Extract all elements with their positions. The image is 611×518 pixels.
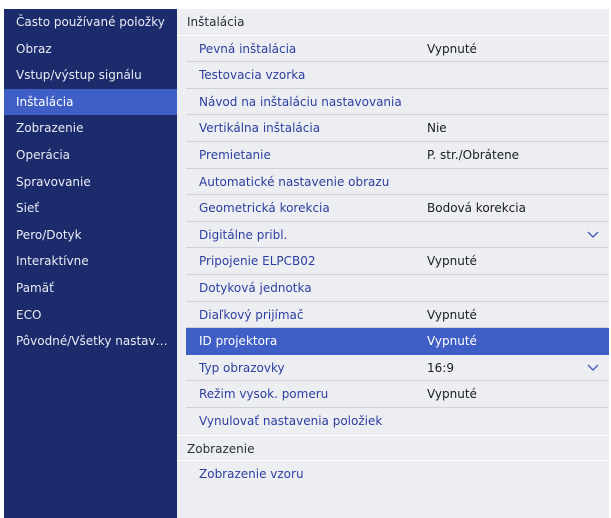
setting-label: Pripojenie ELPCB02 [199, 254, 316, 269]
setting-label: Vertikálna inštalácia [199, 121, 321, 136]
setting-row-pripojenie-elpcb02[interactable]: Pripojenie ELPCB02 Vypnuté [186, 248, 609, 275]
setting-row-vynulovat-nastavenia[interactable]: Vynulovať nastavenia položiek [186, 408, 609, 435]
setting-row-digitalne-pribl[interactable]: Digitálne pribl. [186, 222, 609, 249]
setting-label: Pevná inštalácia [199, 41, 297, 56]
sidebar-item-zobrazenie[interactable]: Zobrazenie [4, 115, 177, 142]
setting-label: Dotyková jednotka [199, 280, 312, 295]
setting-value: Vypnuté [427, 387, 477, 402]
setting-label: Diaľkový prijímač [199, 307, 304, 322]
category-sidebar: Často používané položky Obraz Vstup/výst… [4, 9, 177, 518]
setting-row-rezim-vysok-pomeru[interactable]: Režim vysok. pomeru Vypnuté [186, 381, 609, 408]
setting-value: Nie [427, 121, 447, 136]
sidebar-item-instalacia[interactable]: Inštalácia [4, 88, 177, 116]
setting-label: Testovacia vzorka [199, 68, 306, 83]
sidebar-item-eco[interactable]: ECO [4, 302, 177, 329]
setting-row-navod-na-instalaciu[interactable]: Návod na inštaláciu nastavovania [186, 89, 609, 116]
sidebar-item-pero-dotyk[interactable]: Pero/Dotyk [4, 222, 177, 249]
setting-row-typ-obrazovky[interactable]: Typ obrazovky 16:9 [186, 355, 609, 382]
setting-value: Vypnuté [427, 307, 477, 322]
setting-row-id-projektora[interactable]: ID projektora Vypnuté [186, 328, 609, 355]
sidebar-item-operacia[interactable]: Operácia [4, 142, 177, 169]
setting-label: Režim vysok. pomeru [199, 387, 329, 402]
projector-menu: Často používané položky Obraz Vstup/výst… [0, 0, 611, 518]
section-title: Inštalácia [177, 9, 609, 36]
setting-label: ID projektora [199, 334, 278, 349]
setting-label: Geometrická korekcia [199, 201, 330, 216]
setting-value: 16:9 [427, 360, 454, 375]
settings-panel: Inštalácia Pevná inštalácia Vypnuté Test… [177, 9, 609, 518]
setting-row-zobrazenie-vzoru[interactable]: Zobrazenie vzoru [186, 461, 609, 488]
next-section-title: Zobrazenie [177, 434, 609, 462]
setting-label: Automatické nastavenie obrazu [199, 174, 390, 189]
chevron-down-icon[interactable] [587, 364, 599, 372]
setting-label: Digitálne pribl. [199, 227, 288, 242]
setting-row-pevna-instalacia[interactable]: Pevná inštalácia Vypnuté [186, 36, 609, 63]
setting-value: Vypnuté [427, 41, 477, 56]
sidebar-item-caste-pouzivane[interactable]: Často používané položky [4, 9, 177, 36]
setting-row-premietanie[interactable]: Premietanie P. str./Obrátene [186, 142, 609, 169]
setting-label: Premietanie [199, 147, 271, 162]
setting-label: Vynulovať nastavenia položiek [199, 413, 383, 428]
sidebar-item-vstup-vystup[interactable]: Vstup/výstup signálu [4, 62, 177, 89]
sidebar-item-interaktivne[interactable]: Interaktívne [4, 248, 177, 275]
setting-row-geometricka-korekcia[interactable]: Geometrická korekcia Bodová korekcia [186, 195, 609, 222]
sidebar-item-povodne-vsetky[interactable]: Pôvodné/Všetky nastavenia [4, 328, 177, 355]
setting-value: Vypnuté [427, 254, 477, 269]
setting-label: Návod na inštaláciu nastavovania [199, 94, 402, 109]
setting-row-vertikalna-instalacia[interactable]: Vertikálna inštalácia Nie [186, 115, 609, 142]
setting-row-automaticke-nastavenie[interactable]: Automatické nastavenie obrazu [186, 169, 609, 196]
setting-row-dialkovy-prijimac[interactable]: Diaľkový prijímač Vypnuté [186, 302, 609, 329]
setting-label: Typ obrazovky [199, 360, 285, 375]
setting-row-dotykova-jednotka[interactable]: Dotyková jednotka [186, 275, 609, 302]
sidebar-item-siet[interactable]: Sieť [4, 195, 177, 222]
setting-row-testovacia-vzorka[interactable]: Testovacia vzorka [186, 62, 609, 89]
sidebar-item-obraz[interactable]: Obraz [4, 36, 177, 63]
sidebar-item-spravovanie[interactable]: Spravovanie [4, 169, 177, 196]
chevron-down-icon[interactable] [587, 231, 599, 239]
setting-label: Zobrazenie vzoru [199, 467, 304, 482]
setting-value: P. str./Obrátene [427, 147, 520, 162]
setting-value: Bodová korekcia [427, 201, 526, 216]
sidebar-item-pamat[interactable]: Pamäť [4, 275, 177, 302]
setting-value: Vypnuté [427, 334, 477, 349]
